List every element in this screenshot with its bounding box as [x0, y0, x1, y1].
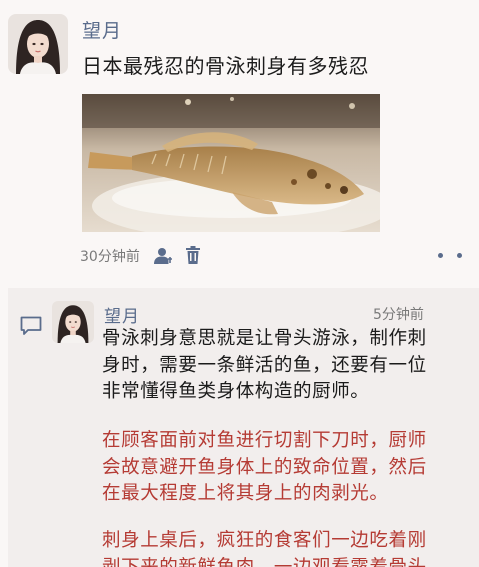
- more-actions-button[interactable]: [438, 248, 462, 262]
- comment-paragraph-3: 刺身上桌后，疯狂的食客们一边吃着刚 剥下来的新鲜鱼肉，一边观看露着骨头: [102, 528, 427, 567]
- comment-line: 骨泳刺身意思就是让骨头游泳，制作刺: [102, 328, 427, 349]
- comment-line: 在顾客面前对鱼进行切割下刀时，厨师: [102, 430, 427, 451]
- visibility-icon[interactable]: [154, 247, 174, 265]
- post-author-name[interactable]: 望月: [82, 16, 122, 43]
- more-dot-icon: [457, 252, 462, 258]
- post-timestamp: 30分钟前: [80, 249, 140, 265]
- comment-paragraph-1: 骨泳刺身意思就是让骨头游泳，制作刺 身时，需要一条鲜活的鱼，还要有一位 非常懂得…: [102, 326, 427, 406]
- comment-paragraph-2: 在顾客面前对鱼进行切割下刀时，厨师 会故意避开鱼身体上的致命位置，然后 在最大程…: [102, 428, 427, 508]
- comment-line: 身时，需要一条鲜活的鱼，还要有一位: [102, 354, 427, 376]
- comment-author-name[interactable]: 望月: [104, 302, 140, 327]
- post-text: 日本最残忍的骨泳刺身有多残忍: [82, 54, 369, 78]
- more-dot-icon: [438, 252, 443, 258]
- comment-line: 非常懂得鱼类身体构造的厨师。: [102, 381, 370, 402]
- delete-icon[interactable]: [186, 246, 200, 264]
- moments-page: 望月 日本最残忍的骨泳刺身有多残忍 30分钟前 望月 5分钟前 骨泳刺身意思就是…: [0, 0, 479, 567]
- comment-timestamp: 5分钟前: [373, 307, 424, 323]
- comment-line: 在最大程度上将其身上的肉剥光。: [102, 483, 389, 504]
- comment-line: 会故意避开鱼身体上的致命位置，然后: [102, 456, 427, 478]
- comment-author-avatar[interactable]: [52, 301, 94, 343]
- comment-line: 剥下来的新鲜鱼肉，一边观看露着骨头: [102, 556, 427, 567]
- post-author-avatar[interactable]: [8, 14, 68, 74]
- comment-line: 刺身上桌后，疯狂的食客们一边吃着刚: [102, 530, 427, 551]
- comment-icon: [20, 316, 42, 335]
- post-photo[interactable]: [82, 94, 380, 232]
